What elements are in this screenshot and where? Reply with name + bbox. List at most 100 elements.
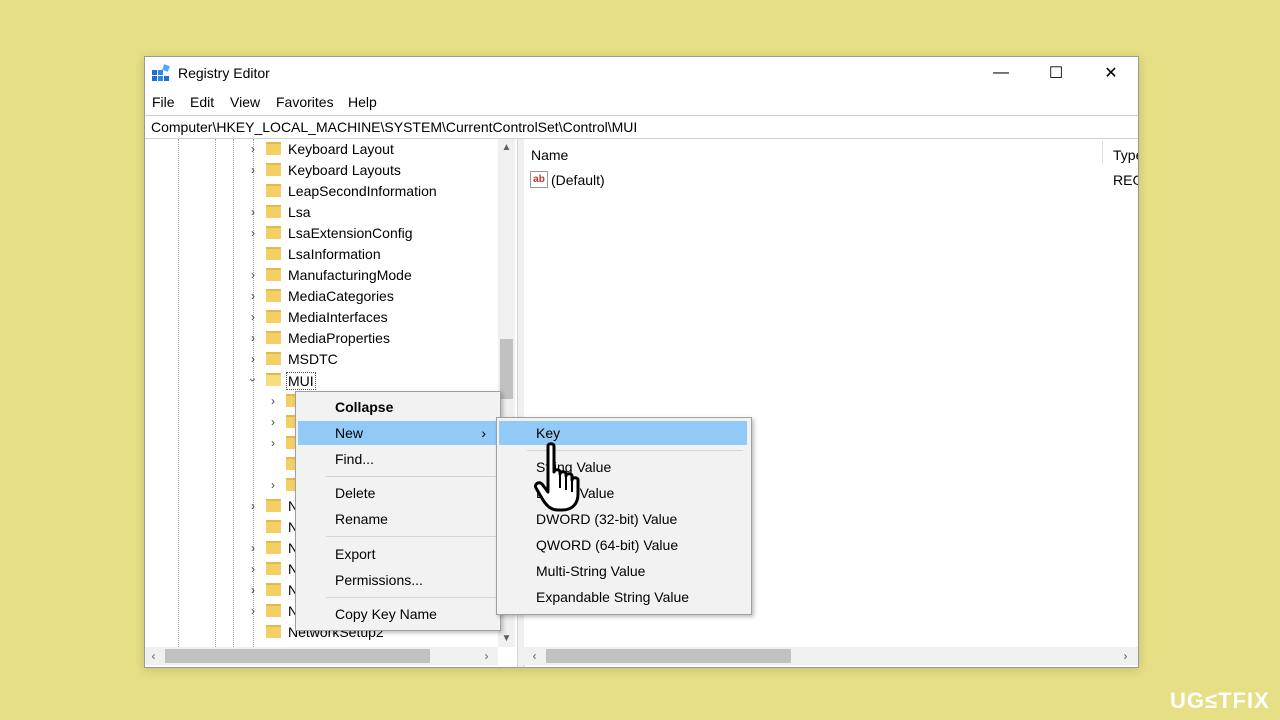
chevron-right-icon[interactable]: ›	[247, 331, 259, 345]
chevron-right-icon[interactable]: ›	[247, 499, 259, 513]
menu-item-label: Find...	[335, 451, 374, 467]
menu-item-collapse[interactable]: Collapse	[298, 395, 498, 419]
scroll-down-icon[interactable]: ▼	[498, 630, 515, 647]
address-path[interactable]: Computer\HKEY_LOCAL_MACHINE\SYSTEM\Curre…	[151, 119, 637, 135]
tree-item-label: MediaProperties	[288, 330, 390, 346]
menu-item-copy-key-name[interactable]: Copy Key Name	[298, 602, 498, 626]
close-icon: ✕	[1104, 64, 1118, 82]
values-horizontal-scrollbar[interactable]: ‹ ›	[524, 647, 1138, 665]
menu-favorites[interactable]: Favorites	[276, 94, 334, 110]
scroll-up-icon[interactable]: ▲	[498, 139, 515, 156]
tree-item-label: Keyboard Layout	[288, 141, 394, 157]
chevron-right-icon[interactable]: ›	[247, 310, 259, 324]
tree-horizontal-scrollbar[interactable]: ‹ ›	[145, 647, 498, 665]
folder-icon	[266, 499, 281, 512]
tree-item-label: MUI	[286, 372, 316, 390]
menu-item-rename[interactable]: Rename	[298, 507, 498, 531]
maximize-icon: ☐	[1048, 64, 1064, 82]
ab-string-icon: ab	[530, 171, 548, 188]
chevron-right-icon[interactable]: ›	[247, 583, 259, 597]
chevron-right-icon[interactable]: ›	[247, 142, 259, 156]
menu-item-label: QWORD (64-bit) Value	[536, 537, 679, 553]
tree-item-mediacategories[interactable]: › MediaCategories	[145, 286, 495, 307]
folder-icon	[266, 205, 281, 218]
chevron-right-icon[interactable]: ›	[247, 163, 259, 177]
tree-item-mediainterfaces[interactable]: › MediaInterfaces	[145, 307, 495, 328]
watermark-prefix: UG	[1170, 688, 1205, 713]
menu-item-label: Expandable String Value	[536, 589, 690, 605]
folder-icon	[266, 247, 281, 260]
title-bar[interactable]: Registry Editor — ☐ ✕	[145, 57, 1138, 88]
menu-item-label: Rename	[335, 511, 388, 527]
watermark-suffix: FIX	[1232, 688, 1270, 713]
menu-item-permissions[interactable]: Permissions...	[298, 568, 498, 592]
chevron-right-icon[interactable]: ›	[247, 226, 259, 240]
chevron-right-icon[interactable]: ›	[247, 604, 259, 618]
scroll-left-icon[interactable]: ‹	[526, 647, 543, 665]
tree-item-leapsecondinformation[interactable]: LeapSecondInformation	[145, 181, 495, 202]
tree-item-label: MSDTC	[288, 351, 338, 367]
chevron-right-icon[interactable]: ›	[267, 478, 279, 492]
scroll-right-icon[interactable]: ›	[1117, 647, 1134, 665]
menu-item-find[interactable]: Find...	[298, 447, 498, 471]
scroll-left-icon[interactable]: ‹	[145, 647, 162, 665]
folder-icon	[266, 541, 281, 554]
menu-separator	[326, 536, 496, 537]
chevron-down-icon[interactable]: ›	[246, 374, 260, 386]
tree-item-keyboard-layout[interactable]: › Keyboard Layout	[145, 139, 495, 160]
chevron-right-icon[interactable]: ›	[267, 415, 279, 429]
scrollbar-thumb[interactable]	[165, 649, 430, 663]
chevron-right-icon[interactable]: ›	[247, 289, 259, 303]
tree-item-lsa[interactable]: › Lsa	[145, 202, 495, 223]
folder-icon	[266, 310, 281, 323]
tree-item-mediaproperties[interactable]: › MediaProperties	[145, 328, 495, 349]
tree-item-mui[interactable]: › MUI	[145, 370, 495, 391]
hand-pointer-icon	[534, 442, 580, 512]
submenu-item-expandable-string-value[interactable]: Expandable String Value	[499, 585, 747, 609]
menu-item-label: Multi-String Value	[536, 563, 646, 579]
column-name-header[interactable]: Name	[531, 147, 568, 163]
tree-item-label: LsaInformation	[288, 246, 381, 262]
menu-edit[interactable]: Edit	[190, 94, 214, 110]
tree-item-manufacturingmode[interactable]: › ManufacturingMode	[145, 265, 495, 286]
submenu-item-multi-string-value[interactable]: Multi-String Value	[499, 559, 747, 583]
tree-item-label: MediaInterfaces	[288, 309, 388, 325]
menu-item-delete[interactable]: Delete	[298, 481, 498, 505]
chevron-right-icon[interactable]: ›	[267, 436, 279, 450]
column-type-header[interactable]: Type	[1113, 147, 1138, 163]
maximize-button[interactable]: ☐	[1029, 57, 1083, 88]
chevron-right-icon[interactable]: ›	[247, 205, 259, 219]
chevron-right-icon[interactable]: ›	[247, 268, 259, 282]
column-separator[interactable]	[1102, 141, 1103, 165]
close-button[interactable]: ✕	[1084, 57, 1138, 88]
chevron-right-icon[interactable]: ›	[247, 352, 259, 366]
submenu-item-qword-value[interactable]: QWORD (64-bit) Value	[499, 533, 747, 557]
address-bar[interactable]: Computer\HKEY_LOCAL_MACHINE\SYSTEM\Curre…	[145, 115, 1138, 139]
chevron-right-icon[interactable]: ›	[267, 394, 279, 408]
folder-icon	[266, 226, 281, 239]
menu-file[interactable]: File	[152, 94, 175, 110]
scrollbar-thumb[interactable]	[500, 339, 513, 399]
minimize-button[interactable]: —	[974, 57, 1028, 88]
tree-item-lsainformation[interactable]: LsaInformation	[145, 244, 495, 265]
menu-item-new[interactable]: New ›	[298, 421, 498, 445]
tree-item-lsaextensionconfig[interactable]: › LsaExtensionConfig	[145, 223, 495, 244]
chevron-right-icon[interactable]: ›	[247, 541, 259, 555]
tree-item-keyboard-layouts[interactable]: › Keyboard Layouts	[145, 160, 495, 181]
chevron-right-icon[interactable]: ›	[247, 562, 259, 576]
menu-view[interactable]: View	[230, 94, 260, 110]
menu-item-label: Permissions...	[335, 572, 423, 588]
menu-help[interactable]: Help	[348, 94, 377, 110]
scrollbar-thumb[interactable]	[546, 649, 791, 663]
folder-icon	[266, 604, 281, 617]
tree-item-label: LsaExtensionConfig	[288, 225, 413, 241]
menu-item-label: Copy Key Name	[335, 606, 437, 622]
submenu-arrow-icon: ›	[481, 425, 486, 441]
folder-icon	[266, 562, 281, 575]
folder-icon	[266, 352, 281, 365]
watermark-accent: ≤T	[1205, 688, 1233, 713]
scroll-right-icon[interactable]: ›	[478, 647, 495, 665]
menu-separator	[326, 597, 496, 598]
tree-item-msdtc[interactable]: › MSDTC	[145, 349, 495, 370]
menu-item-export[interactable]: Export	[298, 542, 498, 566]
